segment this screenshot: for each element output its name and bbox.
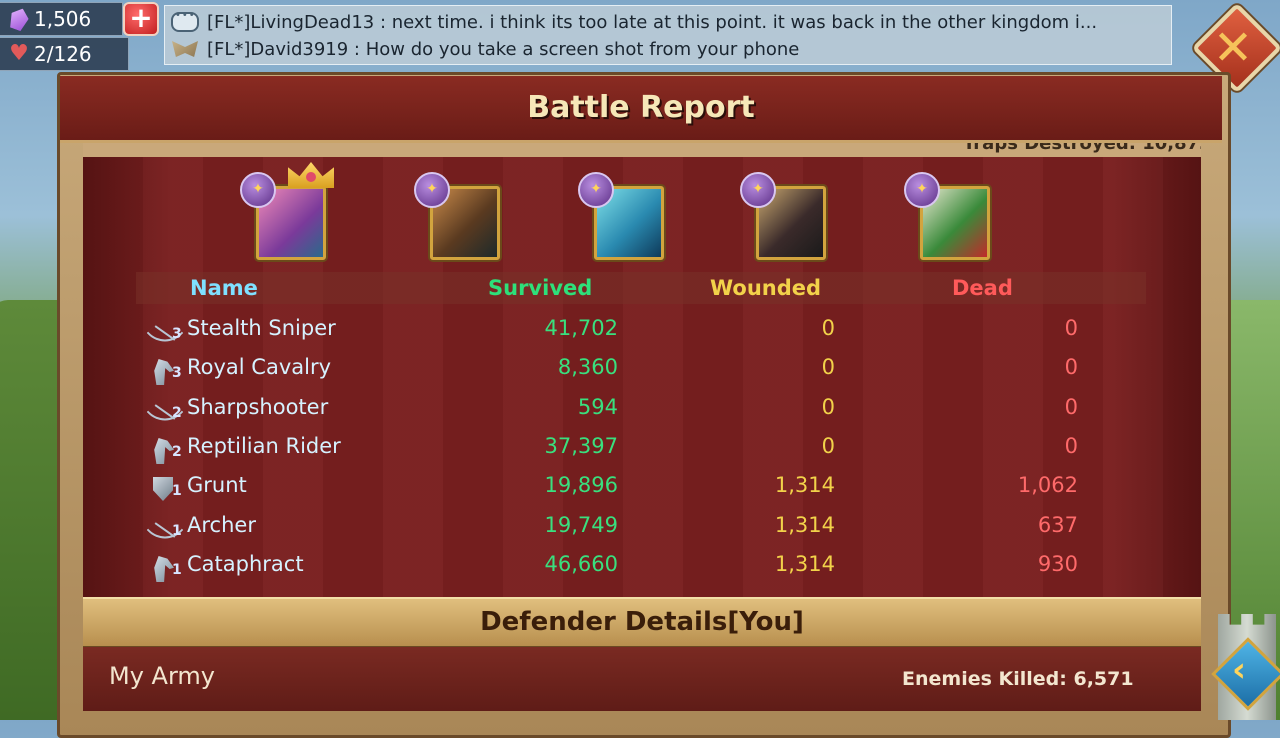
troop-tier: 2 <box>172 405 182 421</box>
hero-portrait[interactable]: ✦ <box>904 172 990 260</box>
chat-message-text: [FL*]LivingDead13 : next time. i think i… <box>207 11 1098 33</box>
defender-details-bar[interactable]: Defender Details[You] <box>83 597 1201 648</box>
survived-value: 19,749 <box>544 513 618 537</box>
gems-value: 1,506 <box>34 7 92 31</box>
troop-name: Reptilian Rider <box>187 434 341 458</box>
table-row: 3 Royal Cavalry 8,360 0 0 <box>150 351 1090 389</box>
wounded-value: 0 <box>821 434 835 458</box>
survived-value: 37,397 <box>544 434 618 458</box>
hero-rank-badge-icon: ✦ <box>904 172 940 208</box>
table-row: 2 Sharpshooter 594 0 0 <box>146 391 1090 431</box>
hero-rank-badge-icon: ✦ <box>740 172 776 208</box>
survived-value: 19,896 <box>544 473 618 497</box>
traps-destroyed: Traps Destroyed: 10,872 <box>963 143 1201 154</box>
dead-value: 637 <box>1037 513 1078 537</box>
hero-portrait[interactable]: ✦ <box>578 172 664 260</box>
table-row: 3 Stealth Sniper 41,702 0 0 <box>146 312 1090 352</box>
guild-wings-icon <box>171 38 199 60</box>
dead-value: 0 <box>1064 395 1078 419</box>
hero-rank-badge-icon: ✦ <box>240 172 276 208</box>
survived-value: 41,702 <box>544 316 618 340</box>
survived-value: 594 <box>577 395 618 419</box>
survived-value: 8,360 <box>557 355 618 379</box>
side-menu-button[interactable]: ‹ <box>1208 604 1280 720</box>
wounded-value: 1,314 <box>774 513 835 537</box>
troop-name: Royal Cavalry <box>187 355 332 379</box>
title-bar: Battle Report <box>60 76 1222 143</box>
chat-message: [FL*]LivingDead13 : next time. i think i… <box>171 9 1097 35</box>
hero-portrait[interactable]: ✦ <box>740 172 826 260</box>
dead-value: 0 <box>1064 355 1078 379</box>
chat-message: [FL*]David3919 : How do you take a scree… <box>171 36 799 62</box>
troop-name: Grunt <box>187 473 247 497</box>
chat-bar[interactable]: [FL*]LivingDead13 : next time. i think i… <box>164 5 1172 65</box>
dead-value: 930 <box>1037 552 1078 576</box>
army-label: My Army <box>109 662 215 690</box>
troop-tier: 1 <box>172 523 182 539</box>
troop-tier: 2 <box>172 444 182 460</box>
hero-portrait[interactable]: ✦ <box>240 162 334 260</box>
hero-rank-badge-icon: ✦ <box>414 172 450 208</box>
troop-name: Stealth Sniper <box>187 316 336 340</box>
gem-icon <box>4 8 34 30</box>
page-title: Battle Report <box>527 90 755 125</box>
chat-bubble-icon <box>171 10 199 33</box>
table-row: 1 Cataphract 46,660 1,314 930 <box>150 548 1090 586</box>
troop-tier: 3 <box>172 326 182 342</box>
wounded-value: 0 <box>821 355 835 379</box>
hero-rank-badge-icon: ✦ <box>578 172 614 208</box>
buy-gems-button[interactable]: + <box>123 2 159 36</box>
survived-value: 46,660 <box>544 552 618 576</box>
column-header-dead: Dead <box>952 276 1013 300</box>
troop-name: Cataphract <box>187 552 304 576</box>
dead-value: 0 <box>1064 434 1078 458</box>
traps-strip: Traps Destroyed: 10,872 <box>83 143 1201 157</box>
enemies-killed: Enemies Killed: 6,571 <box>902 668 1134 690</box>
dead-value: 0 <box>1064 316 1078 340</box>
wounded-value: 0 <box>821 395 835 419</box>
table-row: 1 Grunt 19,896 1,314 1,062 <box>150 469 1090 507</box>
table-row: 1 Archer 19,749 1,314 637 <box>146 509 1090 549</box>
troop-tier: 3 <box>172 365 182 381</box>
troop-name: Archer <box>187 513 256 537</box>
column-header-wounded: Wounded <box>710 276 822 300</box>
column-header-survived: Survived <box>488 276 593 300</box>
troop-name: Sharpshooter <box>187 395 329 419</box>
gems-counter: 1,506 <box>0 2 123 36</box>
column-header-name: Name <box>190 276 258 300</box>
table-row: 2 Reptilian Rider 37,397 0 0 <box>150 430 1090 468</box>
hearts-value: 2/126 <box>34 42 92 66</box>
heart-icon: ♥ <box>9 41 29 66</box>
hero-portrait[interactable]: ✦ <box>414 172 500 260</box>
hearts-counter: ♥ 2/126 <box>0 37 129 71</box>
chevron-left-icon: ‹ <box>1232 650 1247 690</box>
troop-tier: 1 <box>172 562 182 578</box>
wounded-value: 1,314 <box>774 552 835 576</box>
wounded-value: 1,314 <box>774 473 835 497</box>
dead-value: 1,062 <box>1017 473 1078 497</box>
chat-message-text: [FL*]David3919 : How do you take a scree… <box>207 38 800 60</box>
wounded-value: 0 <box>821 316 835 340</box>
defender-details-title: Defender Details[You] <box>480 607 804 637</box>
troop-tier: 1 <box>172 483 182 499</box>
